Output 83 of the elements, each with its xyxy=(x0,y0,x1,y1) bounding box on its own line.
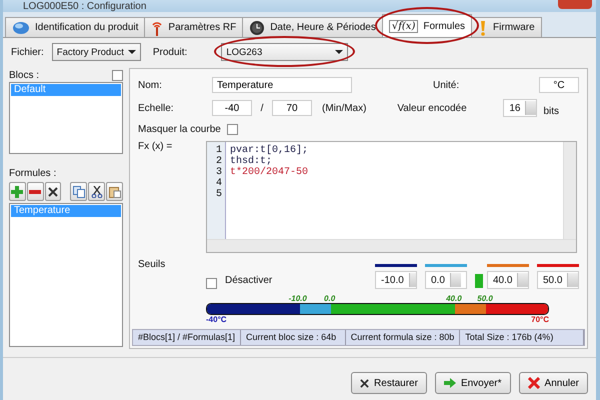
file-label: Fichier: xyxy=(11,46,44,58)
line-number: 4 xyxy=(214,178,223,190)
scale-label: Echelle: xyxy=(138,102,175,114)
code-line: pvar:t[0,16]; xyxy=(230,145,308,156)
delete-button[interactable] xyxy=(44,182,62,201)
threshold-spinner[interactable]: 0.0 xyxy=(425,271,467,289)
name-field[interactable]: Temperature xyxy=(212,77,352,94)
send-button[interactable]: Envoyer* xyxy=(434,372,511,394)
add-button[interactable] xyxy=(9,182,26,201)
unit-label: Unité: xyxy=(433,80,460,91)
threshold-spinner[interactable]: 40.0 xyxy=(487,271,529,289)
spin-arrows-icon xyxy=(567,273,578,287)
status-cell: Total Size : 176b (4%) xyxy=(460,330,584,345)
tab[interactable]: Identification du produit xyxy=(5,17,146,37)
max-field[interactable]: 70 xyxy=(272,100,312,116)
slash-text: / xyxy=(260,102,264,114)
vertical-scrollbar[interactable] xyxy=(563,142,576,240)
bits-label: bits xyxy=(543,106,559,117)
spin-arrows-icon xyxy=(517,273,528,287)
file-dropdown[interactable]: Factory Product xyxy=(52,43,141,61)
status-cell: #Blocs[1] / #Formulas[1] xyxy=(133,330,242,345)
threshold-spinner[interactable]: 50.0 xyxy=(537,271,579,289)
min-temperature-label: -40°C xyxy=(206,315,227,325)
paste-button[interactable] xyxy=(106,182,123,201)
name-label: Nom: xyxy=(138,80,163,91)
window-title: LOG000E50 : Configuration xyxy=(23,0,146,12)
globe-icon xyxy=(12,20,30,34)
encoded-spinner[interactable]: 16 xyxy=(503,99,538,118)
encoded-label: Valeur encodée xyxy=(397,102,468,114)
line-number: 3 xyxy=(214,167,223,178)
thresholds-label: Seuils xyxy=(138,259,166,272)
status-cell: Current formula size : 80b xyxy=(346,330,460,345)
blocks-label: Blocs : xyxy=(9,70,40,80)
tab[interactable]: Firmware xyxy=(471,17,542,37)
threshold-marker: 0.0 xyxy=(324,294,336,303)
plus-icon xyxy=(11,186,24,198)
tab[interactable]: Date, Heure & Périodes xyxy=(242,17,383,37)
cross-icon xyxy=(360,378,370,388)
unit-field[interactable]: °C xyxy=(539,77,579,94)
line-number: 1 xyxy=(214,145,223,156)
disable-label: Désactiver xyxy=(225,275,274,286)
spin-arrows-icon xyxy=(450,273,461,287)
spin-arrows-icon xyxy=(408,273,416,287)
formulas-label: Formules : xyxy=(9,168,58,181)
cross-icon xyxy=(48,186,58,196)
caret-icon xyxy=(128,50,136,54)
clipboard-icon xyxy=(108,186,121,198)
arrow-icon xyxy=(444,378,456,388)
cancel-button[interactable]: Annuler xyxy=(518,372,588,394)
disable-checkbox[interactable] xyxy=(206,278,217,289)
clock-icon xyxy=(249,20,266,36)
hide-curve-checkbox[interactable] xyxy=(226,124,238,135)
line-number: 2 xyxy=(214,156,223,168)
product-label: Produit: xyxy=(152,46,188,58)
max-temperature-label: 70°C xyxy=(531,315,549,325)
cut-button[interactable] xyxy=(88,182,106,201)
min-field[interactable]: -40 xyxy=(212,100,252,116)
minmax-hint: (Min/Max) xyxy=(322,102,366,114)
tab[interactable]: Paramètres RF xyxy=(144,17,244,37)
copy-icon xyxy=(72,186,85,198)
blocks-checkbox[interactable] xyxy=(112,70,123,80)
cross-icon xyxy=(528,377,540,389)
code-line: thsd:t; xyxy=(230,156,272,168)
threshold-marker: 40.0 xyxy=(446,294,462,303)
antenna-icon xyxy=(151,20,164,36)
close-button[interactable] xyxy=(558,0,592,9)
code-line: t*200/2047-50 xyxy=(230,167,308,178)
code-editor[interactable]: 1 2 3 4 5 pvar:t[0,16]; thsd:t; t*200/2047-50 xyxy=(206,141,577,253)
restore-button[interactable]: Restaurer xyxy=(351,372,427,394)
spin-arrows-icon xyxy=(525,101,536,116)
hide-curve-label: Masquer la courbe xyxy=(138,124,221,135)
threshold-spinner[interactable]: -10.0 xyxy=(375,271,417,289)
line-number: 5 xyxy=(214,189,223,200)
fx-label: Fx (x) = xyxy=(138,141,174,154)
formula-icon: √f(x) xyxy=(388,20,418,32)
threshold-marker: 50.0 xyxy=(477,294,493,303)
caret-icon xyxy=(335,50,344,54)
remove-button[interactable] xyxy=(26,182,44,201)
scissors-icon xyxy=(90,186,103,198)
copy-button[interactable] xyxy=(70,182,88,201)
threshold-marker: -10.0 xyxy=(288,294,307,303)
status-cell: Current bloc size : 64b xyxy=(241,330,346,345)
horizontal-scrollbar[interactable] xyxy=(207,239,576,252)
